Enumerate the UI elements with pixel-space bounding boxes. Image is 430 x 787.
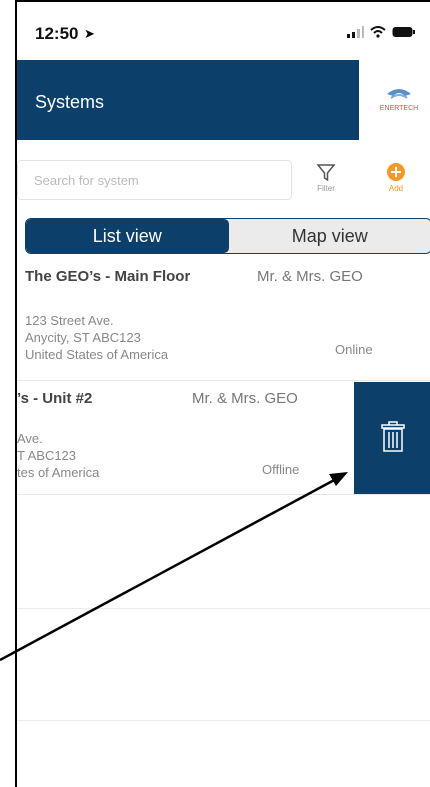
battery-icon — [392, 27, 415, 37]
address-line: tes of America — [17, 465, 100, 480]
add-label: Add — [388, 184, 404, 193]
logo-text: ENERTECH — [380, 105, 418, 112]
filter-icon — [316, 164, 336, 182]
address-line: 123 Street Ave. — [25, 313, 114, 328]
search-input[interactable]: Search for system — [17, 160, 292, 200]
plus-circle-icon — [387, 163, 405, 181]
status-icons — [346, 26, 416, 38]
address-line: T ABC123 — [17, 448, 77, 463]
tab-list-view[interactable]: List view — [26, 219, 229, 253]
wifi-icon — [370, 26, 386, 38]
divider — [17, 608, 430, 609]
app-header: Systems — [17, 60, 359, 140]
signal-icon — [347, 26, 364, 38]
system-row[interactable]: The GEO’s - Main Floor Mr. & Mrs. GEO 12… — [17, 260, 430, 381]
system-title: ’s - Unit #2 — [17, 390, 93, 407]
page-title: Systems — [35, 92, 105, 112]
status-time: 12:50 — [35, 24, 79, 43]
divider — [17, 720, 430, 721]
system-owner: Mr. & Mrs. GEO — [257, 268, 363, 285]
status-bar: 12:50 ➤ — [17, 2, 430, 60]
system-status: Online — [335, 342, 373, 357]
filter-button[interactable]: Filter — [312, 162, 340, 193]
system-address: Ave. T ABC123 tes of America — [17, 430, 99, 481]
trash-icon — [381, 421, 405, 452]
search-row: Search for system Filter Add — [17, 150, 430, 210]
view-toggle: List view Map view — [25, 218, 430, 254]
system-status: Offline — [262, 462, 300, 477]
location-arrow-icon: ➤ — [84, 26, 95, 41]
phone-screen: 12:50 ➤ Systems ENERTECH Search for syst… — [15, 0, 430, 787]
address-line: United States of America — [25, 347, 169, 362]
address-line: Ave. — [17, 431, 43, 446]
add-button[interactable]: Add — [382, 162, 410, 193]
enertech-logo: ENERTECH — [369, 80, 429, 120]
tab-map-view[interactable]: Map view — [229, 219, 430, 253]
delete-button[interactable] — [354, 382, 430, 494]
system-owner: Mr. & Mrs. GEO — [192, 390, 298, 407]
filter-label: Filter — [317, 184, 335, 193]
system-title: The GEO’s - Main Floor — [25, 268, 191, 285]
address-line: Anycity, ST ABC123 — [25, 330, 141, 345]
system-address: 123 Street Ave. Anycity, ST ABC123 Unite… — [25, 312, 168, 363]
